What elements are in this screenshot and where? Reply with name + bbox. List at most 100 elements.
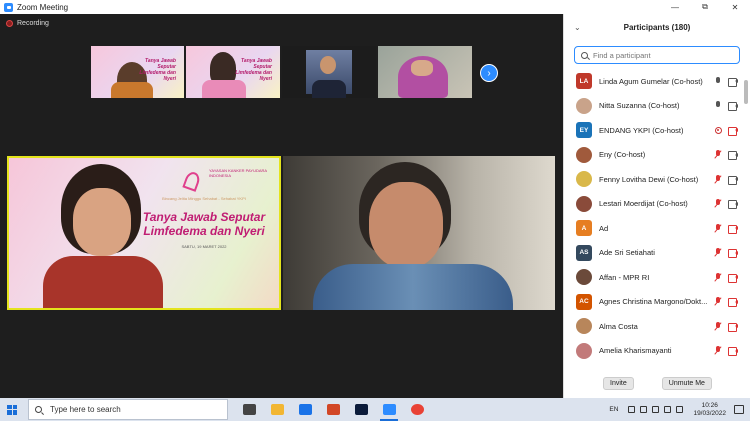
- camera-off-icon: [728, 298, 738, 308]
- task-view-icon: [242, 404, 256, 415]
- taskbar-app[interactable]: [404, 398, 430, 421]
- participant-status: [714, 223, 738, 234]
- participant-face: [411, 60, 433, 76]
- camera-icon: [728, 102, 738, 112]
- mic-muted-icon: [714, 174, 722, 184]
- zoom-app-icon: [4, 2, 13, 12]
- recording-label: Recording: [17, 20, 49, 27]
- participant-status: [714, 321, 738, 332]
- powerpoint-icon: [326, 404, 340, 415]
- participant-scrollbar[interactable]: [744, 72, 749, 362]
- camera-icon: [728, 77, 738, 87]
- window-title: Zoom Meeting: [17, 2, 69, 12]
- cloud-icon[interactable]: [676, 406, 684, 413]
- thumbnail-banner: Tanya Jawab Seputar Limfedema dan Nyeri: [139, 58, 176, 82]
- chrome-icon: [410, 404, 424, 415]
- slide-title-line1: Tanya Jawab Seputar: [142, 210, 266, 224]
- camera-off-icon: [728, 249, 738, 259]
- chevron-down-icon[interactable]: ⌄: [574, 23, 581, 32]
- mic-muted-icon: [714, 248, 722, 257]
- scrollbar-thumb[interactable]: [744, 80, 748, 104]
- video-gallery: Recording Tanya Jawab Seputar Limfedema …: [0, 14, 563, 398]
- participant-avatar: A: [576, 220, 592, 237]
- participant-row[interactable]: AC Agnes Christina Margono/Dokt...: [564, 290, 744, 315]
- camera-icon: [728, 200, 738, 210]
- unmute-me-button[interactable]: Unmute Me: [661, 377, 712, 390]
- participant-name: Affan - MPR RI: [599, 272, 650, 282]
- participant-row[interactable]: EY ENDANG YKPI (Co-host): [564, 118, 744, 143]
- participant-status: [714, 199, 738, 210]
- participant-status: [715, 126, 738, 136]
- video-thumbnail[interactable]: Tanya Jawab Seputar Limfedema dan Nyeri: [186, 46, 280, 98]
- language-indicator[interactable]: EN: [609, 406, 618, 413]
- participant-photo: [576, 146, 592, 163]
- participant-status: [714, 272, 738, 283]
- search-icon: [581, 51, 588, 59]
- recording-indicator[interactable]: Recording: [6, 20, 49, 27]
- next-page-button[interactable]: ›: [480, 64, 498, 82]
- taskbar-app[interactable]: [320, 398, 346, 421]
- participant-row[interactable]: [564, 363, 744, 365]
- participant-body: [312, 80, 346, 98]
- participants-footer: Invite Unmute Me: [564, 377, 750, 390]
- participant-row[interactable]: Lestari Moerdijat (Co-host): [564, 192, 744, 217]
- taskbar-app[interactable]: [376, 398, 402, 421]
- participant-row[interactable]: Amelia Kharismayanti: [564, 339, 744, 364]
- taskbar-search[interactable]: Type here to search: [28, 399, 228, 420]
- active-speaker-video[interactable]: YAYASAN KANKER PAYUDARA INDONESIA Bincan…: [7, 156, 281, 310]
- camera-off-icon: [728, 126, 738, 136]
- participant-row[interactable]: Fenny Lovitha Dewi (Co-host): [564, 167, 744, 192]
- participant-row[interactable]: LA Linda Agum Gumelar (Co-host): [564, 69, 744, 94]
- participant-search-input[interactable]: [593, 50, 733, 60]
- participant-name: Nitta Suzanna (Co-host): [599, 101, 680, 111]
- video-thumbnail[interactable]: [378, 46, 472, 98]
- participant-row[interactable]: A Ad: [564, 216, 744, 241]
- start-button[interactable]: [0, 398, 24, 421]
- windows-taskbar: Type here to search EN 10:26 19/03/2022: [0, 398, 750, 421]
- participant-search[interactable]: [574, 46, 740, 64]
- speaker-face: [73, 188, 131, 256]
- chevron-up-icon[interactable]: [628, 406, 636, 413]
- search-icon: [35, 406, 42, 413]
- battery-icon[interactable]: [664, 406, 672, 413]
- network-icon[interactable]: [640, 406, 648, 413]
- taskbar-app[interactable]: [236, 398, 262, 421]
- close-icon[interactable]: ✕: [720, 0, 750, 14]
- notification-icon[interactable]: [734, 405, 744, 414]
- participant-status: [714, 101, 738, 112]
- video-thumbnail[interactable]: [282, 46, 376, 98]
- participant-list: LA Linda Agum Gumelar (Co-host) Nitta Suza…: [564, 69, 744, 365]
- participant-status: [714, 346, 738, 357]
- chevron-right-icon: ›: [487, 67, 491, 79]
- system-tray: EN 10:26 19/03/2022: [609, 398, 750, 421]
- volume-icon[interactable]: [652, 406, 660, 413]
- invite-button[interactable]: Invite: [603, 377, 634, 390]
- participant-video-main[interactable]: [283, 156, 555, 310]
- taskbar-app[interactable]: [292, 398, 318, 421]
- clock[interactable]: 10:26 19/03/2022: [693, 402, 726, 418]
- camera-off-icon: [728, 322, 738, 332]
- participant-body: [202, 80, 246, 98]
- mic-icon: [714, 101, 722, 110]
- taskbar-app[interactable]: [348, 398, 374, 421]
- participant-face: [369, 182, 443, 268]
- minimize-icon[interactable]: —: [660, 0, 690, 14]
- participant-photo: [576, 195, 592, 212]
- taskbar-app[interactable]: [264, 398, 290, 421]
- participant-row[interactable]: AS Ade Sri Setiahati: [564, 241, 744, 266]
- participant-row[interactable]: Nitta Suzanna (Co-host): [564, 94, 744, 119]
- maximize-icon[interactable]: ⧉: [690, 0, 720, 14]
- mail-icon: [298, 404, 312, 415]
- clock-date: 19/03/2022: [693, 409, 726, 417]
- window-titlebar: Zoom Meeting — ⧉ ✕: [0, 0, 750, 14]
- slide-title-line2: Limfedema dan Nyeri: [143, 224, 265, 238]
- taskbar-apps: [236, 398, 430, 421]
- participant-row[interactable]: Eny (Co-host): [564, 143, 744, 168]
- video-thumbnail[interactable]: Tanya Jawab Seputar Limfedema dan Nyeri: [91, 46, 184, 98]
- participant-row[interactable]: Affan - MPR RI: [564, 265, 744, 290]
- participant-status: [714, 248, 738, 259]
- participant-name: Lestari Moerdijat (Co-host): [599, 199, 688, 209]
- mic-muted-icon: [714, 150, 722, 159]
- participant-row[interactable]: Alma Costa: [564, 314, 744, 339]
- participant-name: Ade Sri Setiahati: [599, 248, 655, 258]
